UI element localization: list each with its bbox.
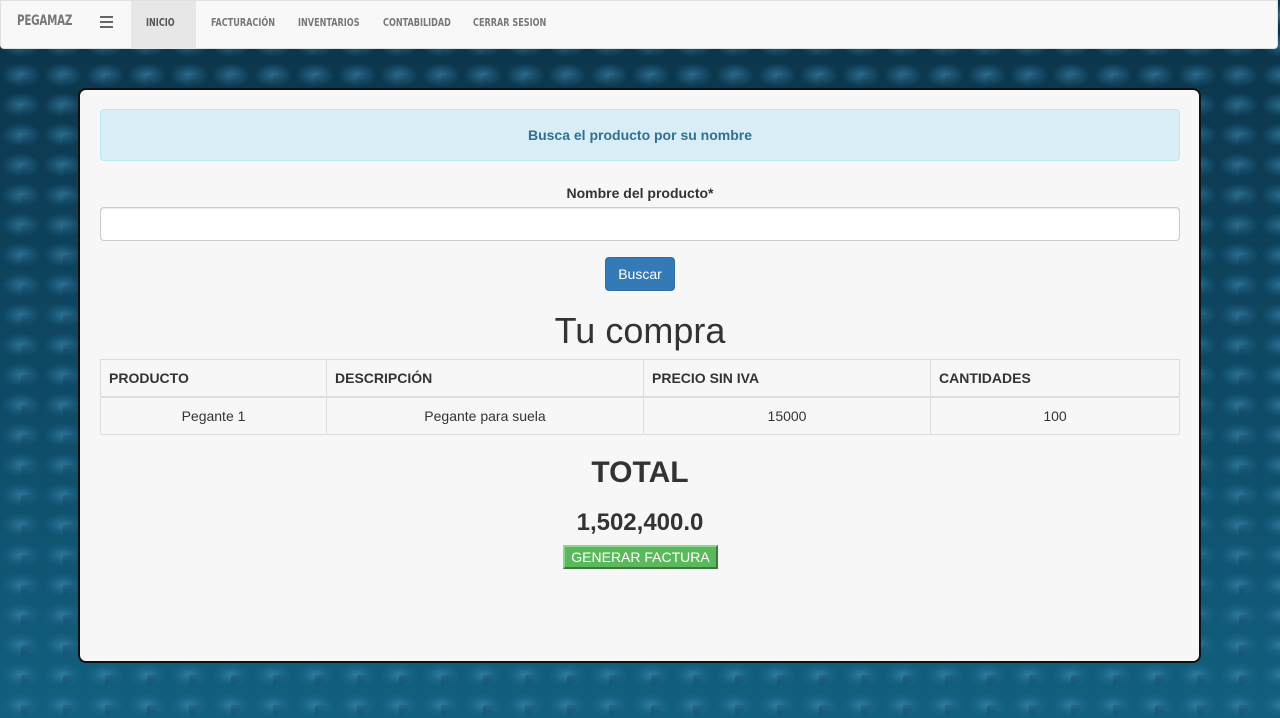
nav-item-facturacion[interactable]: FACTURACIÓN [196,1,283,49]
search-info-alert: Busca el producto por su nombre [100,109,1180,161]
product-name-input[interactable] [100,207,1180,241]
column-header-precio: PRECIO SIN IVA [643,359,931,398]
column-header-descripcion: DESCRIPCIÓN [326,359,644,398]
hamburger-icon[interactable] [100,16,113,28]
column-header-producto: PRODUCTO [100,359,327,398]
nav-item-cerrar-sesion[interactable]: CERRAR SESION [458,1,558,49]
table-row: Pegante 1 Pegante para suela 15000 100 [100,396,1180,435]
nav-menu: INICIO FACTURACIÓN INVENTARIOS CONTABILI… [131,1,558,49]
product-name-label: Nombre del producto* [566,185,714,201]
nav-item-contabilidad[interactable]: CONTABILIDAD [368,1,458,49]
cell-descripcion: Pegante para suela [326,396,644,435]
search-button[interactable]: Buscar [605,257,675,291]
table-header-row: PRODUCTO DESCRIPCIÓN PRECIO SIN IVA CANT… [100,359,1180,398]
brand-logo[interactable]: PEGAMAZ [17,13,72,29]
column-header-cantidades: CANTIDADES [930,359,1180,398]
main-card: Busca el producto por su nombre Nombre d… [78,88,1201,663]
cell-cantidades: 100 [930,396,1180,435]
nav-item-inicio[interactable]: INICIO [131,1,196,49]
cell-precio: 15000 [643,396,931,435]
generate-invoice-button[interactable]: GENERAR FACTURA [563,545,718,569]
nav-item-inventarios[interactable]: INVENTARIOS [283,1,368,49]
cell-producto: Pegante 1 [100,396,327,435]
top-navbar: PEGAMAZ INICIO FACTURACIÓN INVENTARIOS C… [0,0,1278,49]
purchase-table: PRODUCTO DESCRIPCIÓN PRECIO SIN IVA CANT… [100,359,1180,435]
total-value: 1,502,400.0 [576,509,704,536]
total-title: TOTAL [591,456,689,489]
purchase-title: Tu compra [554,310,726,351]
